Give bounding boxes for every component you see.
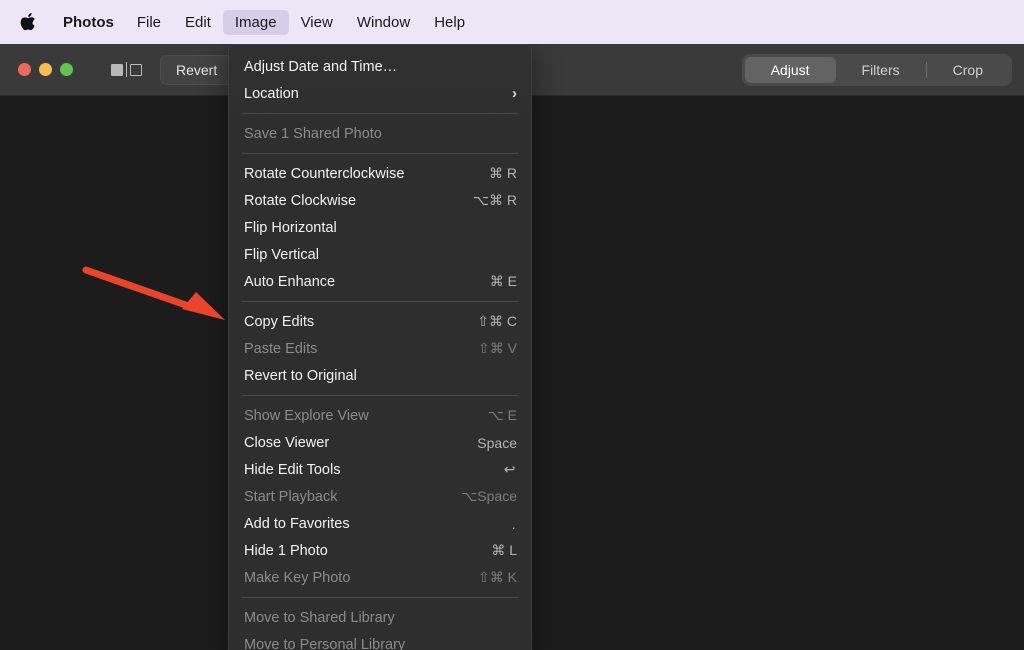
menu-item-shortcut: ⌥ E xyxy=(487,407,517,423)
menu-item-shortcut: ⇧⌘ C xyxy=(477,313,517,329)
menu-item-label: Location xyxy=(244,85,299,102)
menu-item-shortcut: ⇧⌘ V xyxy=(478,340,517,356)
menu-item-label: Start Playback xyxy=(244,488,338,505)
menu-item-hide-1-photo[interactable]: Hide 1 Photo ⌘ L xyxy=(229,537,531,564)
menu-item-shortcut: ⌘ R xyxy=(489,165,517,181)
menu-item-rotate-counterclockwise[interactable]: Rotate Counterclockwise ⌘ R xyxy=(229,160,531,187)
menu-item-flip-horizontal[interactable]: Flip Horizontal xyxy=(229,214,531,241)
apple-logo-icon[interactable] xyxy=(14,9,40,35)
menu-separator xyxy=(242,597,518,598)
before-after-compare-icon[interactable] xyxy=(111,62,142,77)
tab-filters[interactable]: Filters xyxy=(836,57,926,83)
menu-separator xyxy=(242,153,518,154)
menu-item-shortcut: ⌘ E xyxy=(489,273,517,289)
minimize-window-button[interactable] xyxy=(39,63,52,76)
menubar-item-help[interactable]: Help xyxy=(422,10,477,35)
menu-item-location[interactable]: Location › xyxy=(229,80,531,107)
compare-divider xyxy=(126,62,127,77)
menu-item-revert-to-original[interactable]: Revert to Original xyxy=(229,362,531,389)
screen: Revert Adjust Filters Crop Photos File E… xyxy=(0,0,1024,650)
compare-hollow-square-icon xyxy=(130,63,142,76)
close-window-button[interactable] xyxy=(18,63,31,76)
menu-item-label: Copy Edits xyxy=(244,313,315,330)
menu-item-hide-edit-tools[interactable]: Hide Edit Tools ↩ xyxy=(229,456,531,483)
traffic-lights xyxy=(18,63,73,76)
menu-item-auto-enhance[interactable]: Auto Enhance ⌘ E xyxy=(229,268,531,295)
menubar-item-file[interactable]: File xyxy=(125,10,173,35)
menu-item-label: Adjust Date and Time… xyxy=(244,58,398,75)
menu-separator xyxy=(242,113,518,114)
menu-item-label: Make Key Photo xyxy=(244,569,351,586)
tab-adjust[interactable]: Adjust xyxy=(744,57,836,83)
menu-item-label: Move to Personal Library xyxy=(244,636,406,650)
menu-item-rotate-clockwise[interactable]: Rotate Clockwise ⌥⌘ R xyxy=(229,187,531,214)
menu-item-copy-edits[interactable]: Copy Edits ⇧⌘ C xyxy=(229,308,531,335)
menu-item-make-key-photo: Make Key Photo ⇧⌘ K xyxy=(229,564,531,591)
menu-item-label: Hide Edit Tools xyxy=(244,461,341,478)
menu-item-shortcut: ⇧⌘ K xyxy=(478,569,517,585)
compare-filled-square-icon xyxy=(111,63,123,76)
menu-item-shortcut: ⌥⌘ R xyxy=(472,192,517,208)
chevron-right-icon: › xyxy=(512,85,517,102)
menu-item-close-viewer[interactable]: Close Viewer Space xyxy=(229,429,531,456)
menu-item-label: Rotate Clockwise xyxy=(244,192,357,209)
menu-item-save-1-shared-photo: Save 1 Shared Photo xyxy=(229,120,531,147)
revert-button[interactable]: Revert xyxy=(160,54,234,85)
menubar-item-image[interactable]: Image xyxy=(222,9,289,35)
menu-item-label: Close Viewer xyxy=(244,434,330,451)
menubar-item-view[interactable]: View xyxy=(289,10,345,35)
menu-item-label: Show Explore View xyxy=(244,407,369,424)
menu-item-shortcut: ↩ xyxy=(503,461,517,477)
menu-item-shortcut: ⌘ L xyxy=(491,542,517,558)
image-menu-dropdown[interactable]: Adjust Date and Time… Location › Save 1 Sha… xyxy=(228,44,532,650)
menu-item-label: Paste Edits xyxy=(244,340,318,357)
menu-item-label: Flip Vertical xyxy=(244,246,319,263)
menubar-app-name[interactable]: Photos xyxy=(52,11,125,34)
menu-item-label: Hide 1 Photo xyxy=(244,542,328,559)
menu-item-label: Auto Enhance xyxy=(244,273,336,290)
menu-bar: Photos File Edit Image View Window Help xyxy=(0,0,1024,44)
zoom-window-button[interactable] xyxy=(60,63,73,76)
menubar-item-window[interactable]: Window xyxy=(345,10,422,35)
menu-item-move-to-shared-library: Move to Shared Library xyxy=(229,604,531,631)
menu-item-move-to-personal-library: Move to Personal Library xyxy=(229,631,531,650)
menu-item-add-to-favorites[interactable]: Add to Favorites. xyxy=(229,510,531,537)
menu-separator xyxy=(242,395,518,396)
menu-item-label: Rotate Counterclockwise xyxy=(244,165,405,182)
menu-item-label: Move to Shared Library xyxy=(244,609,395,626)
menu-item-label: Revert to Original xyxy=(244,367,357,384)
menu-item-show-explore-view: Show Explore View ⌥ E xyxy=(229,402,531,429)
menu-item-shortcut: . xyxy=(511,515,517,532)
menu-item-flip-vertical[interactable]: Flip Vertical xyxy=(229,241,531,268)
menu-separator xyxy=(242,301,518,302)
menu-item-label: Flip Horizontal xyxy=(244,219,337,236)
menubar-item-edit[interactable]: Edit xyxy=(173,10,223,35)
menu-item-shortcut: Space xyxy=(477,434,517,451)
menu-item-paste-edits: Paste Edits ⇧⌘ V xyxy=(229,335,531,362)
tab-crop[interactable]: Crop xyxy=(927,57,1009,83)
edit-mode-segmented-control[interactable]: Adjust Filters Crop xyxy=(741,54,1012,86)
menu-item-start-playback: Start Playback ⌥Space xyxy=(229,483,531,510)
menu-item-shortcut: ⌥Space xyxy=(461,488,517,504)
menu-item-adjust-date-and-time[interactable]: Adjust Date and Time… xyxy=(229,53,531,80)
menu-item-label: Save 1 Shared Photo xyxy=(244,125,382,142)
menu-item-label: Add to Favorites xyxy=(244,515,350,532)
